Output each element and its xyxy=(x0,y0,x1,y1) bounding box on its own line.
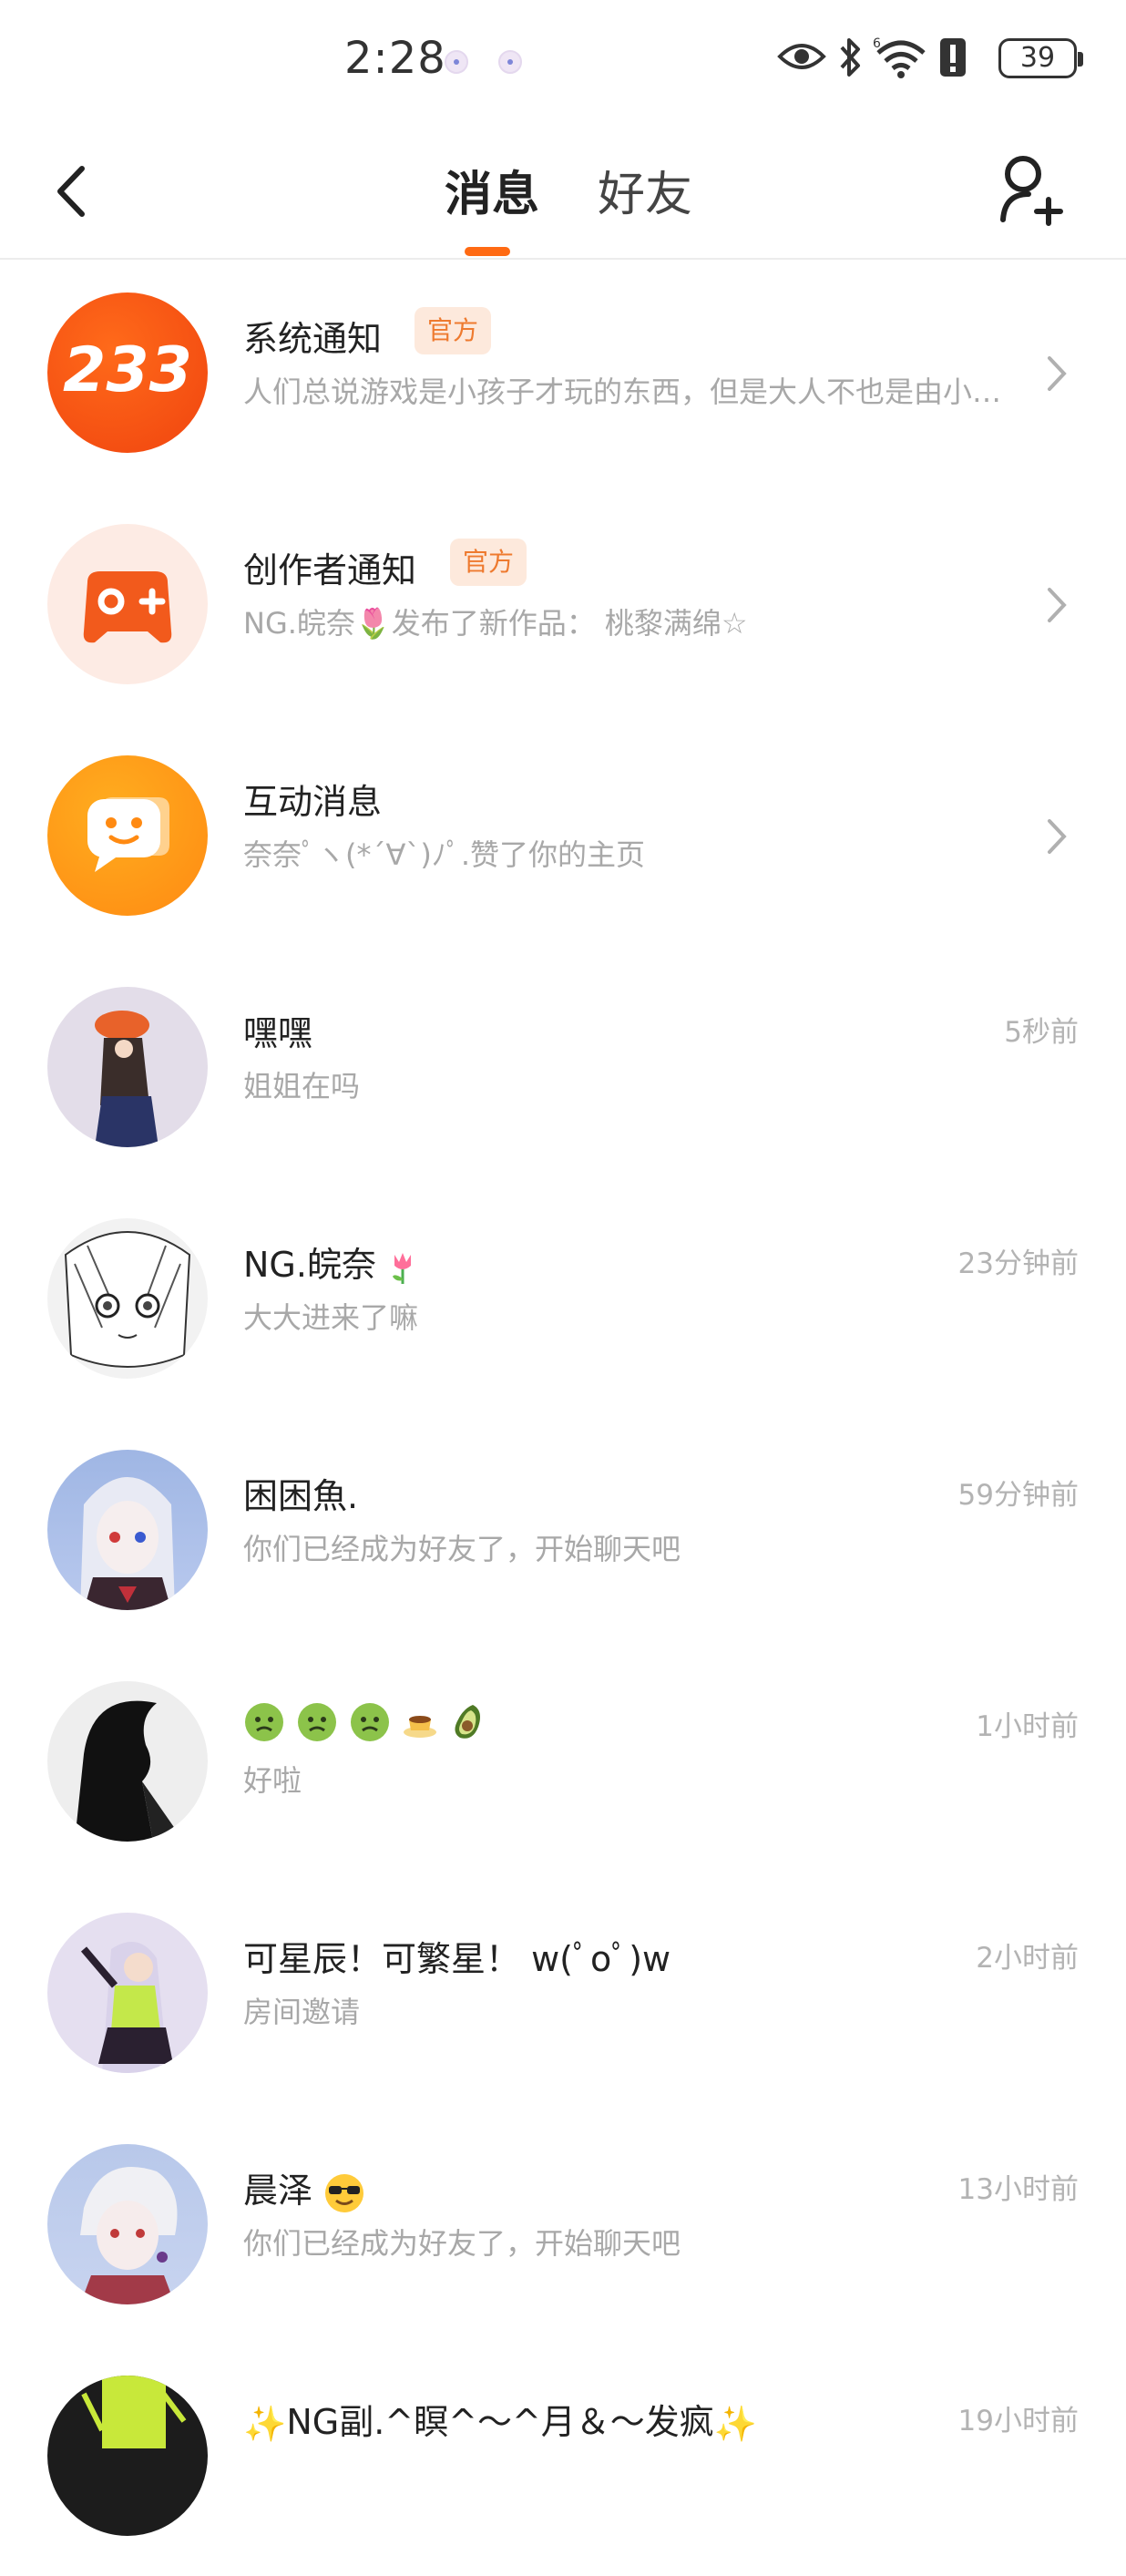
sick-face-icon xyxy=(298,1702,337,1741)
conversation-preview: 你们已经成为好友了，开始聊天吧 xyxy=(243,1532,681,1566)
notification-icon xyxy=(498,50,522,74)
conversation-title: ✨NG副.^瞑^～^月＆～发疯✨ xyxy=(243,2402,758,2444)
battery-icon: 39 xyxy=(998,38,1083,78)
avatar xyxy=(47,1913,208,2073)
conversation-item[interactable]: 晨泽 你们已经成为好友了，开始聊天吧 13小时前 xyxy=(0,2113,1126,2345)
conversation-interactions[interactable]: 互动消息 奈奈ﾟヽ(*´∀`)ﾉﾟ.赞了你的主页 xyxy=(0,724,1126,956)
conversation-time: 13小时前 xyxy=(957,2173,1079,2206)
avatar xyxy=(47,1218,208,1379)
chevron-right-icon xyxy=(1048,588,1067,622)
sparkles-icon: ✨ xyxy=(243,2404,287,2444)
conversation-item[interactable]: ✨NG副.^瞑^～^月＆～发疯✨ 19小时前 xyxy=(0,2345,1126,2576)
avatar xyxy=(47,1450,208,1610)
sparkles-icon: ✨ xyxy=(713,2404,758,2444)
avatar xyxy=(47,987,208,1147)
pudding-icon xyxy=(404,1715,437,1738)
chat-bubble-icon xyxy=(47,755,208,916)
conversation-preview: 姐姐在吗 xyxy=(243,1069,361,1103)
eye-icon xyxy=(777,44,826,69)
official-badge: 官方 xyxy=(450,539,527,586)
conversation-time: 19小时前 xyxy=(957,2405,1079,2437)
conversation-preview: 房间邀请 xyxy=(243,1995,361,2029)
chevron-right-icon xyxy=(1048,819,1067,854)
conversation-time: 2小时前 xyxy=(976,1942,1079,1975)
conversation-preview: NG.皖奈🌷发布了新作品： 桃黎满绵☆ xyxy=(243,606,748,641)
chevron-right-icon xyxy=(1048,356,1067,391)
conversation-title: 困困魚. xyxy=(243,1476,359,1516)
conversation-time: 1小时前 xyxy=(976,1710,1079,1743)
conversation-preview: 人们总说游戏是小孩子才玩的东西，但是大人不也是由小孩子长成的吗 xyxy=(243,375,1008,409)
conversation-title: 系统通知 xyxy=(243,319,383,359)
conversation-time: 59分钟前 xyxy=(957,1479,1079,1512)
sick-face-icon xyxy=(245,1702,283,1741)
wifi-icon: 6 xyxy=(873,36,926,78)
conversation-preview: 好啦 xyxy=(243,1763,302,1798)
notification-icon xyxy=(445,50,468,74)
conversation-preview: 奈奈ﾟヽ(*´∀`)ﾉﾟ.赞了你的主页 xyxy=(243,837,646,872)
conversation-creator-notice[interactable]: 创作者通知 官方 NG.皖奈🌷发布了新作品： 桃黎满绵☆ xyxy=(0,493,1126,724)
alert-icon xyxy=(940,38,966,77)
tab-messages[interactable]: 消息 xyxy=(445,156,539,224)
conversation-item[interactable]: 困困魚. 你们已经成为好友了，开始聊天吧 59分钟前 xyxy=(0,1419,1126,1650)
conversation-item[interactable]: NG.皖奈 大大进来了嘛 23分钟前 xyxy=(0,1187,1126,1419)
gamepad-icon xyxy=(47,524,208,684)
233-logo-icon: 233 xyxy=(47,292,208,453)
conversation-title: NG.皖奈 xyxy=(243,1237,418,1287)
avocado-icon xyxy=(455,1704,481,1739)
active-tab-indicator xyxy=(465,247,510,256)
tab-friends[interactable]: 好友 xyxy=(598,156,692,224)
avatar xyxy=(47,1681,208,1842)
status-time: 2:28 xyxy=(344,33,446,84)
conversation-time: 5秒前 xyxy=(1004,1016,1079,1049)
back-button[interactable] xyxy=(46,159,100,223)
status-icons: 6 39 xyxy=(776,36,1086,82)
conversation-title: 嘿嘿 xyxy=(243,1013,313,1053)
status-bar: 2:28 6 39 xyxy=(0,0,1126,123)
add-friend-button[interactable] xyxy=(998,154,1067,227)
conversation-title: 创作者通知 xyxy=(243,550,417,590)
official-badge: 官方 xyxy=(415,307,492,354)
conversation-title: 互动消息 xyxy=(243,782,383,822)
conversation-time: 23分钟前 xyxy=(957,1247,1079,1280)
conversation-item[interactable]: 好啦 1小时前 xyxy=(0,1650,1126,1882)
conversation-title: 晨泽 xyxy=(243,2162,365,2214)
svg-text:233: 233 xyxy=(63,334,192,406)
conversation-preview: 你们已经成为好友了，开始聊天吧 xyxy=(243,2226,681,2261)
bluetooth-icon xyxy=(840,38,860,77)
emoji-sequence xyxy=(243,1699,486,1743)
cool-face-icon xyxy=(325,2173,364,2212)
conversation-preview: 大大进来了嘛 xyxy=(243,1300,419,1335)
conversation-item[interactable]: 可星辰！可繁星！ w(ﾟoﾟ)w 房间邀请 2小时前 xyxy=(0,1882,1126,2113)
conversation-item[interactable]: 嘿嘿 姐姐在吗 5秒前 xyxy=(0,956,1126,1187)
conversation-system-notice[interactable]: 233 系统通知 官方 人们总说游戏是小孩子才玩的东西，但是大人不也是由小孩子长… xyxy=(0,262,1126,493)
avatar xyxy=(47,2376,208,2536)
conversation-title: 可星辰！可繁星！ w(ﾟoﾟ)w xyxy=(243,1939,671,1979)
top-nav: 消息 好友 xyxy=(0,123,1126,260)
sick-face-icon xyxy=(351,1702,390,1741)
svg-text:6: 6 xyxy=(873,36,881,51)
tulip-icon xyxy=(393,1252,412,1284)
avatar xyxy=(47,2144,208,2304)
